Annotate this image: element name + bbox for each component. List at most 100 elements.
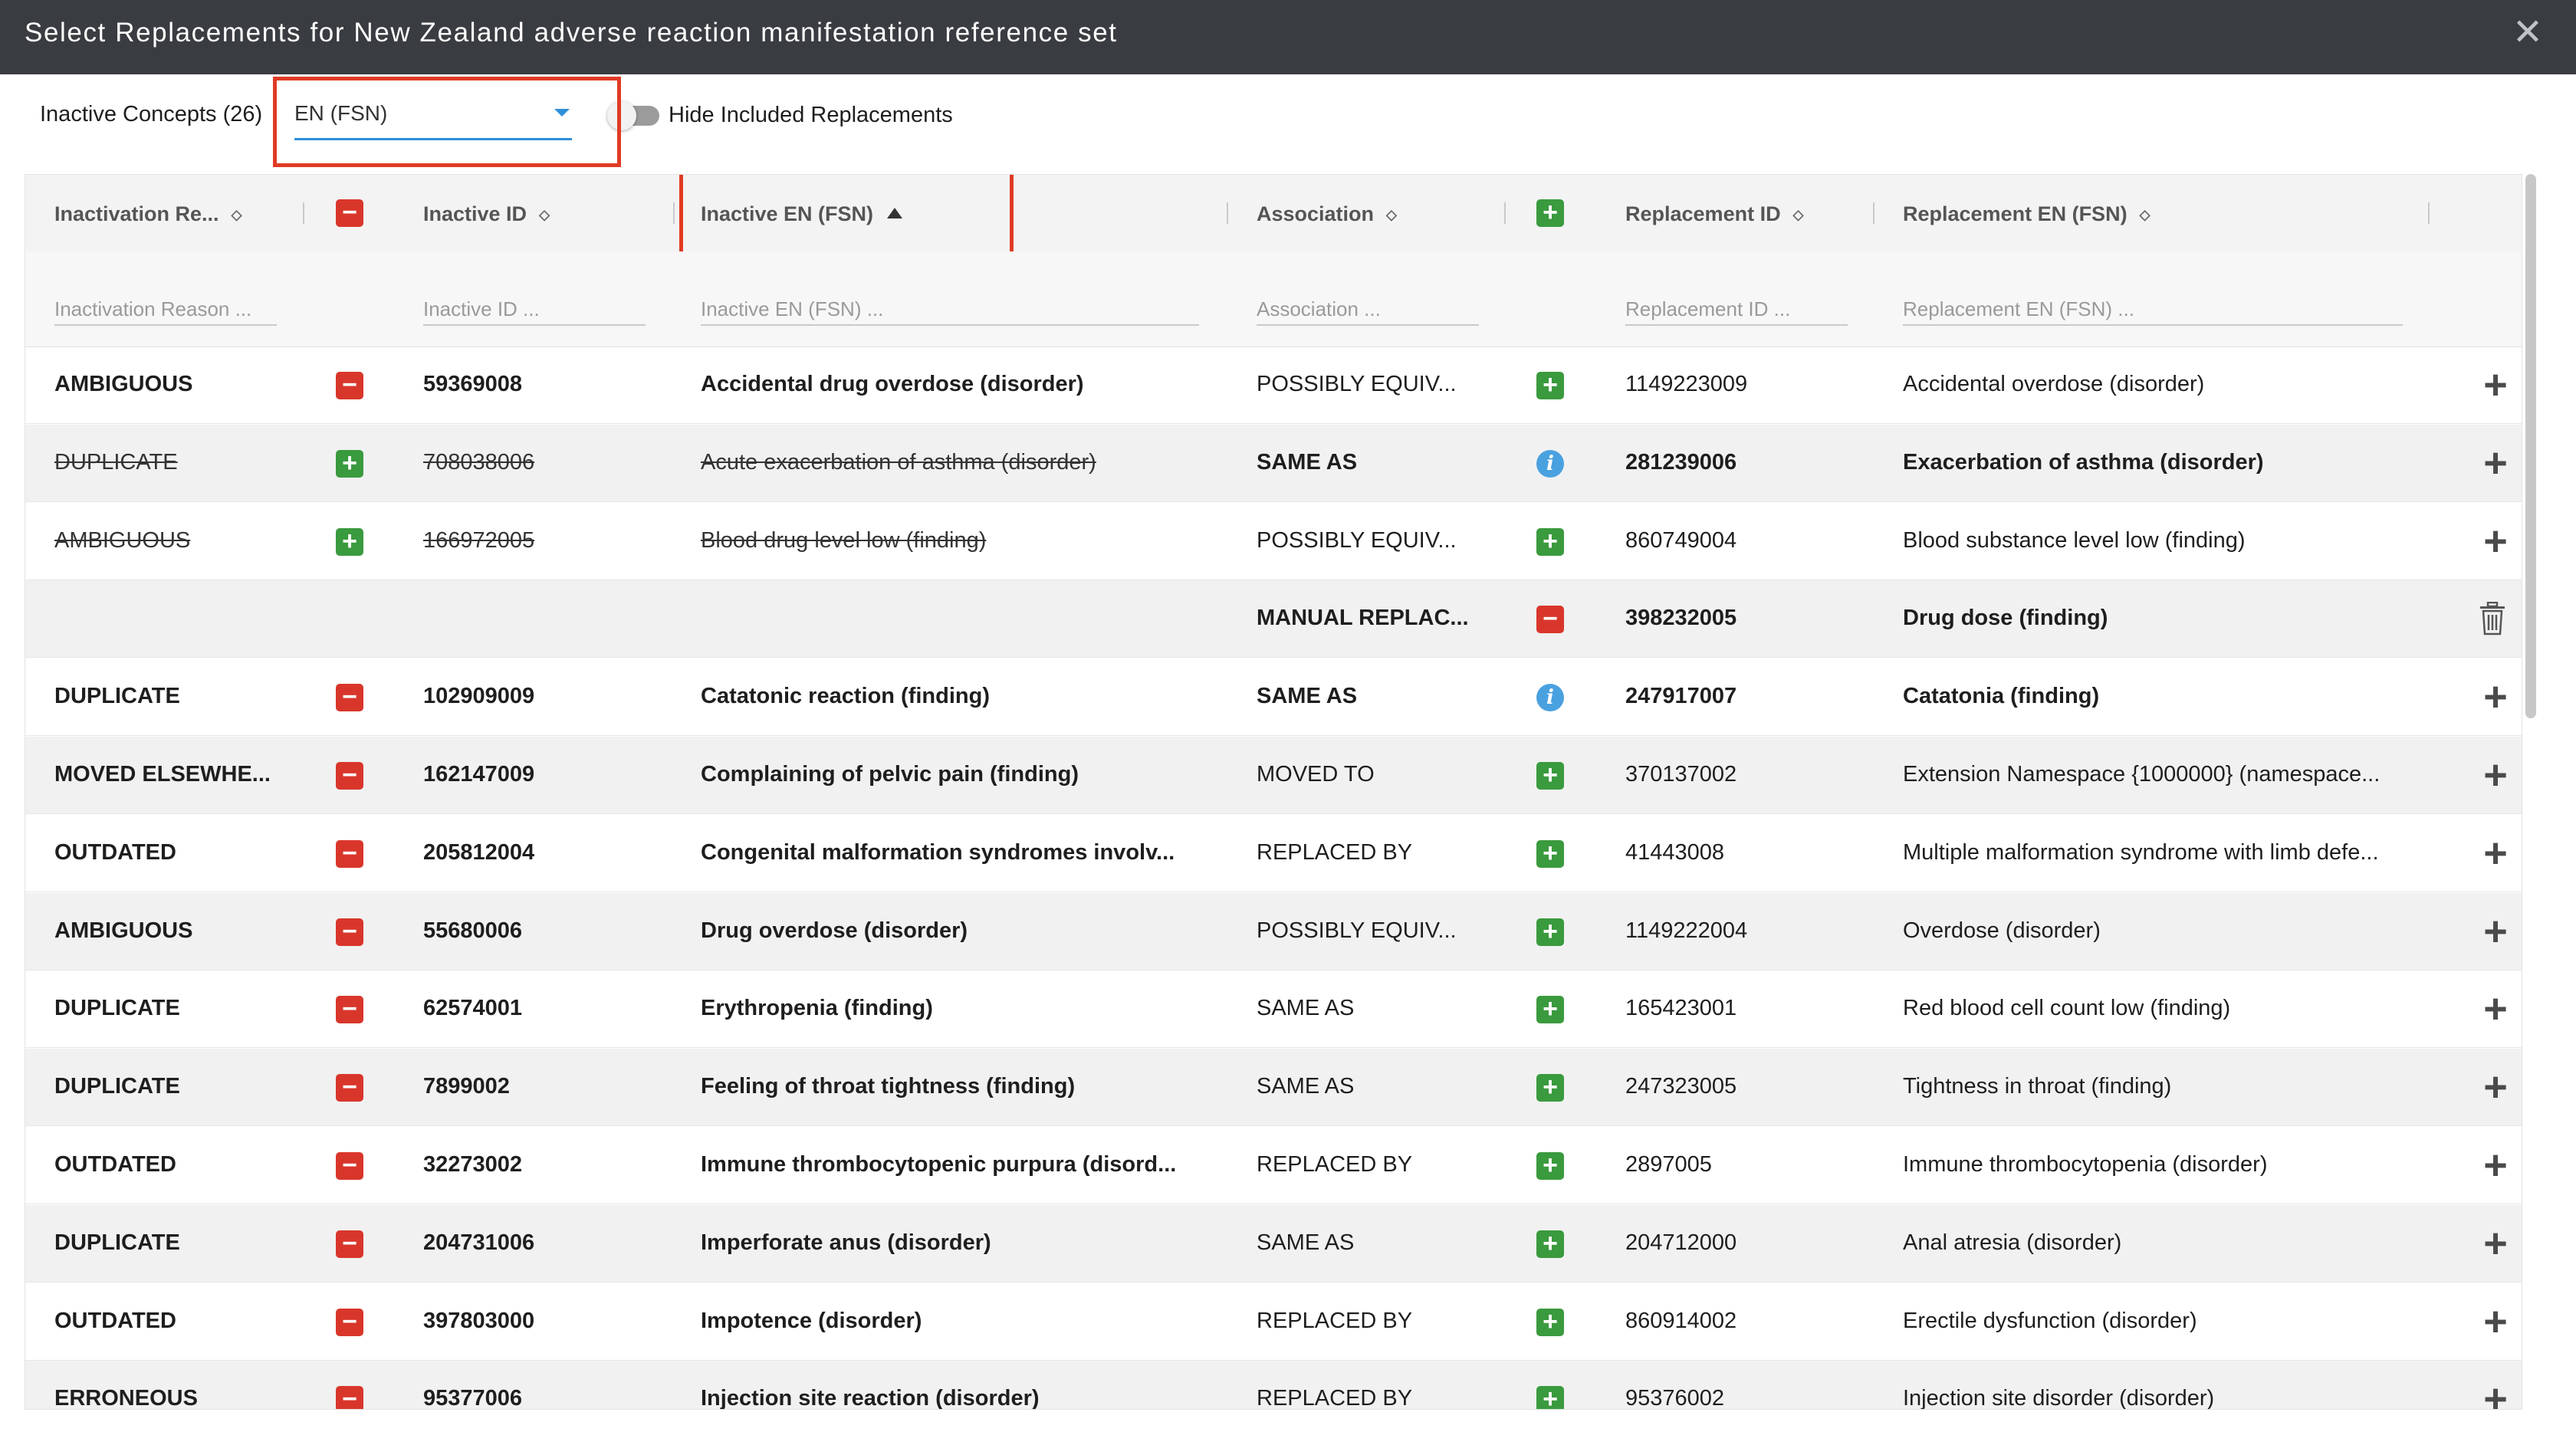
add-replacement-icon[interactable]: + — [2477, 1301, 2514, 1342]
sort-icon: ◇ — [2139, 207, 2150, 222]
minus-icon[interactable]: − — [336, 918, 363, 946]
cell-replacement-id: 247323005 — [1625, 1074, 1737, 1099]
cell-inactive-id: 166972005 — [423, 528, 535, 553]
info-icon[interactable]: i — [1536, 450, 1564, 478]
filter-reason-input[interactable] — [54, 294, 277, 326]
plus-icon[interactable]: + — [1536, 372, 1564, 399]
column-header-association[interactable]: Association ◇ — [1257, 202, 1397, 226]
trash-icon[interactable] — [2477, 601, 2514, 639]
table-row: ERRONEOUS − 95377006 Injection site reactio… — [25, 1361, 2522, 1410]
column-separator[interactable] — [303, 202, 304, 224]
cell-replacement-fsn: Extension Namespace {1000000} (namespace… — [1903, 762, 2380, 787]
info-icon[interactable]: i — [1536, 684, 1564, 711]
minus-icon[interactable]: − — [336, 372, 363, 399]
plus-icon[interactable]: + — [1536, 840, 1564, 868]
table-row: MANUAL REPLAC... − 398232005 Drug dose (fin… — [25, 580, 2522, 658]
plus-icon[interactable]: + — [1536, 996, 1564, 1023]
cell-reason: DUPLICATE — [54, 450, 178, 475]
column-separator[interactable] — [2428, 202, 2430, 224]
language-select[interactable]: EN (FSN) — [273, 77, 621, 167]
add-all-icon[interactable]: + — [1536, 199, 1564, 227]
plus-icon[interactable]: + — [1536, 1230, 1564, 1258]
minus-icon[interactable]: − — [336, 1386, 363, 1409]
plus-icon[interactable]: + — [336, 450, 363, 478]
plus-icon[interactable]: + — [1536, 918, 1564, 946]
add-replacement-icon[interactable]: + — [2477, 521, 2514, 562]
add-replacement-icon[interactable]: + — [2477, 676, 2514, 718]
plus-icon[interactable]: + — [336, 528, 363, 556]
cell-reason: ERRONEOUS — [54, 1386, 198, 1410]
add-replacement-icon[interactable]: + — [2477, 1066, 2514, 1108]
cell-replacement-fsn: Red blood cell count low (finding) — [1903, 996, 2231, 1020]
cell-association: MANUAL REPLAC... — [1257, 606, 1469, 630]
cell-inactive-fsn: Erythropenia (finding) — [701, 996, 933, 1020]
cell-replacement-fsn: Overdose (disorder) — [1903, 918, 2101, 943]
filter-association-input[interactable] — [1257, 294, 1479, 326]
cell-association: POSSIBLY EQUIV... — [1257, 918, 1457, 943]
table-row: OUTDATED − 32273002 Immune thrombocytopenic… — [25, 1127, 2522, 1204]
filter-replacement-fsn-input[interactable] — [1903, 294, 2403, 326]
cell-replacement-id: 398232005 — [1625, 606, 1737, 630]
plus-icon[interactable]: + — [1536, 1386, 1564, 1409]
minus-icon[interactable]: − — [1536, 606, 1564, 633]
cell-association: POSSIBLY EQUIV... — [1257, 372, 1457, 396]
cell-reason: DUPLICATE — [54, 1230, 180, 1255]
cell-inactive-id: 32273002 — [423, 1152, 523, 1177]
plus-icon[interactable]: + — [1536, 1309, 1564, 1336]
minus-icon[interactable]: − — [336, 996, 363, 1023]
cell-reason: OUTDATED — [54, 1309, 176, 1333]
add-replacement-icon[interactable]: + — [2477, 833, 2514, 874]
add-replacement-icon[interactable]: + — [2477, 1223, 2514, 1264]
minus-icon[interactable]: − — [336, 1309, 363, 1336]
column-separator[interactable] — [673, 202, 675, 224]
filter-inactive-id-input[interactable] — [423, 294, 646, 326]
table-row: OUTDATED − 397803000 Impotence (disorder) RE… — [25, 1283, 2522, 1361]
column-separator[interactable] — [1227, 202, 1228, 224]
table-row: MOVED ELSEWHE... − 162147009 Complaining of… — [25, 737, 2522, 814]
minus-icon[interactable]: − — [336, 1230, 363, 1258]
column-separator[interactable] — [1504, 202, 1506, 224]
plus-icon[interactable]: + — [1536, 762, 1564, 790]
column-header-inactive-id[interactable]: Inactive ID ◇ — [423, 202, 550, 226]
add-replacement-icon[interactable]: + — [2477, 442, 2514, 484]
dialog-titlebar: Select Replacements for New Zealand adve… — [0, 0, 2576, 74]
add-replacement-icon[interactable]: + — [2477, 911, 2514, 952]
column-header-reason[interactable]: Inactivation Re... ◇ — [54, 202, 242, 226]
plus-icon[interactable]: + — [1536, 1152, 1564, 1180]
cell-association: REPLACED BY — [1257, 1309, 1413, 1333]
cell-inactive-fsn: Imperforate anus (disorder) — [701, 1230, 991, 1255]
sorted-column-highlight — [679, 175, 1014, 263]
cell-association: SAME AS — [1257, 1074, 1355, 1099]
cell-inactive-id: 205812004 — [423, 840, 535, 865]
cell-replacement-fsn: Multiple malformation syndrome with limb… — [1903, 840, 2379, 865]
minus-icon[interactable]: − — [336, 1074, 363, 1102]
minus-icon[interactable]: − — [336, 840, 363, 868]
column-header-label: Inactive ID — [423, 202, 527, 225]
table-row: DUPLICATE − 102909009 Catatonic reaction (f… — [25, 659, 2522, 736]
filter-inactive-fsn-input[interactable] — [701, 294, 1199, 326]
minus-icon[interactable]: − — [336, 762, 363, 790]
minus-icon[interactable]: − — [336, 684, 363, 711]
cell-inactive-fsn: Injection site reaction (disorder) — [701, 1386, 1040, 1410]
add-replacement-icon[interactable]: + — [2477, 1378, 2514, 1409]
filter-replacement-id-input[interactable] — [1625, 294, 1848, 326]
add-replacement-icon[interactable]: + — [2477, 1145, 2514, 1186]
table-row: DUPLICATE +708038006 Acute exacerbation of… — [25, 425, 2522, 502]
add-replacement-icon[interactable]: + — [2477, 754, 2514, 796]
cell-association: SAME AS — [1257, 684, 1358, 708]
column-header-replacement-id[interactable]: Replacement ID ◇ — [1625, 202, 1803, 226]
cell-replacement-fsn: Accidental overdose (disorder) — [1903, 372, 2205, 396]
cell-reason: OUTDATED — [54, 1152, 176, 1177]
minus-icon[interactable]: − — [336, 1152, 363, 1180]
table-scrollbar[interactable] — [2525, 174, 2536, 718]
close-icon[interactable]: ✕ — [2509, 14, 2547, 52]
add-replacement-icon[interactable]: + — [2477, 988, 2514, 1030]
column-header-label: Replacement ID — [1625, 202, 1781, 225]
remove-all-icon[interactable]: − — [336, 199, 363, 227]
add-replacement-icon[interactable]: + — [2477, 364, 2514, 406]
plus-icon[interactable]: + — [1536, 528, 1564, 556]
column-header-replacement-fsn[interactable]: Replacement EN (FSN) ◇ — [1903, 202, 2150, 226]
plus-icon[interactable]: + — [1536, 1074, 1564, 1102]
column-separator[interactable] — [1873, 202, 1875, 224]
cell-replacement-id: 1149222004 — [1625, 918, 1748, 943]
